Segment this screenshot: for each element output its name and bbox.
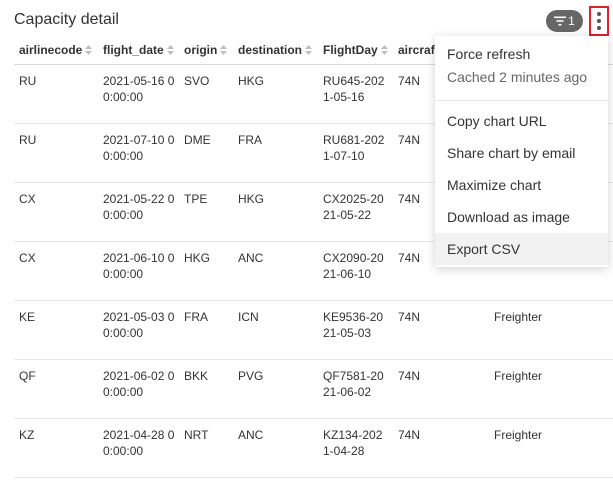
- table-cell: CX: [14, 182, 98, 242]
- sort-icon[interactable]: [85, 44, 93, 58]
- column-header[interactable]: flight_date: [98, 38, 179, 65]
- table-cell: NRT: [179, 418, 233, 478]
- sort-icon[interactable]: [166, 44, 174, 58]
- table-cell: KZ: [14, 418, 98, 478]
- table-cell: HKG: [233, 64, 318, 124]
- menu-divider: [435, 100, 608, 101]
- table-cell: Freighter: [489, 300, 613, 360]
- filter-badge[interactable]: 1: [546, 10, 583, 32]
- table-cell: ICN: [233, 300, 318, 360]
- table-cell: SVO: [179, 64, 233, 124]
- table-cell: RU: [14, 64, 98, 124]
- table-row[interactable]: KZ 2021-04-28 00:00:00 NRT ANC KZ134-2021-04…: [14, 418, 613, 478]
- table-cell: 74N: [393, 359, 489, 419]
- table-cell: 2021-07-10 00:00:00: [98, 123, 179, 183]
- table-cell: RU645-2021-05-16: [318, 64, 393, 124]
- table-cell: CX2025-2021-05-22: [318, 182, 393, 242]
- table-cell: TPE: [179, 182, 233, 242]
- table-cell: RU: [14, 123, 98, 183]
- table-cell: RU681-2021-07-10: [318, 123, 393, 183]
- download-image-item[interactable]: Download as image: [435, 201, 608, 233]
- column-header[interactable]: origin: [179, 38, 233, 65]
- copy-chart-url-item[interactable]: Copy chart URL: [435, 105, 608, 137]
- table-cell: KZ134-2021-04-28: [318, 418, 393, 478]
- table-cell: Freighter: [489, 418, 613, 478]
- table-cell: 2021-06-02 00:00:00: [98, 359, 179, 419]
- table-cell: 2021-05-22 00:00:00: [98, 182, 179, 242]
- column-header[interactable]: FlightDay: [318, 38, 393, 65]
- cached-status: Cached 2 minutes ago: [447, 69, 588, 85]
- export-csv-item[interactable]: Export CSV: [435, 233, 608, 265]
- table-cell: QF7581-2021-06-02: [318, 359, 393, 419]
- column-header-label: airlinecode: [19, 43, 83, 58]
- sort-icon[interactable]: [220, 44, 228, 58]
- force-refresh-item[interactable]: Force refresh: [435, 38, 608, 70]
- table-cell: 2021-05-16 00:00:00: [98, 64, 179, 124]
- table-cell: CX2090-2021-06-10: [318, 241, 393, 301]
- table-cell: 2021-05-03 00:00:00: [98, 300, 179, 360]
- table-cell: FRA: [179, 300, 233, 360]
- maximize-chart-item[interactable]: Maximize chart: [435, 169, 608, 201]
- table-cell: ANC: [233, 418, 318, 478]
- column-header[interactable]: destination: [233, 38, 318, 65]
- table-cell: CX: [14, 241, 98, 301]
- sort-icon[interactable]: [380, 44, 388, 58]
- table-row[interactable]: QF 2021-06-02 00:00:00 BKK PVG QF7581-2021-0…: [14, 359, 613, 419]
- table-cell: 2021-04-28 00:00:00: [98, 418, 179, 478]
- table-cell: KE: [14, 300, 98, 360]
- filter-icon: [554, 16, 567, 26]
- chart-title: Capacity detail: [14, 11, 119, 28]
- column-header-label: destination: [238, 43, 303, 58]
- chart-header: Capacity detail 1: [0, 0, 613, 40]
- more-options-icon[interactable]: [589, 6, 609, 36]
- table-cell: 74N: [393, 418, 489, 478]
- table-cell: PVG: [233, 359, 318, 419]
- table-cell: FRA: [233, 123, 318, 183]
- table-cell: QF: [14, 359, 98, 419]
- sort-icon[interactable]: [305, 44, 313, 58]
- column-header-label: origin: [184, 43, 218, 58]
- chart-options-menu: Force refresh Cached 2 minutes ago Copy …: [435, 36, 608, 267]
- column-header-label: flight_date: [103, 43, 164, 58]
- table-cell: BKK: [179, 359, 233, 419]
- table-cell: HKG: [233, 182, 318, 242]
- table-cell: Freighter: [489, 359, 613, 419]
- filter-count: 1: [568, 14, 575, 28]
- table-cell: HKG: [179, 241, 233, 301]
- column-header[interactable]: airlinecode: [14, 38, 98, 65]
- table-cell: 74N: [393, 300, 489, 360]
- column-header-label: aircraft: [398, 43, 439, 58]
- table-row[interactable]: KE 2021-05-03 00:00:00 FRA ICN KE9536-2021-0…: [14, 300, 613, 360]
- column-header-label: FlightDay: [323, 43, 378, 58]
- share-chart-email-item[interactable]: Share chart by email: [435, 137, 608, 169]
- table-cell: DME: [179, 123, 233, 183]
- table-cell: KE9536-2021-05-03: [318, 300, 393, 360]
- table-cell: ANC: [233, 241, 318, 301]
- table-cell: 2021-06-10 00:00:00: [98, 241, 179, 301]
